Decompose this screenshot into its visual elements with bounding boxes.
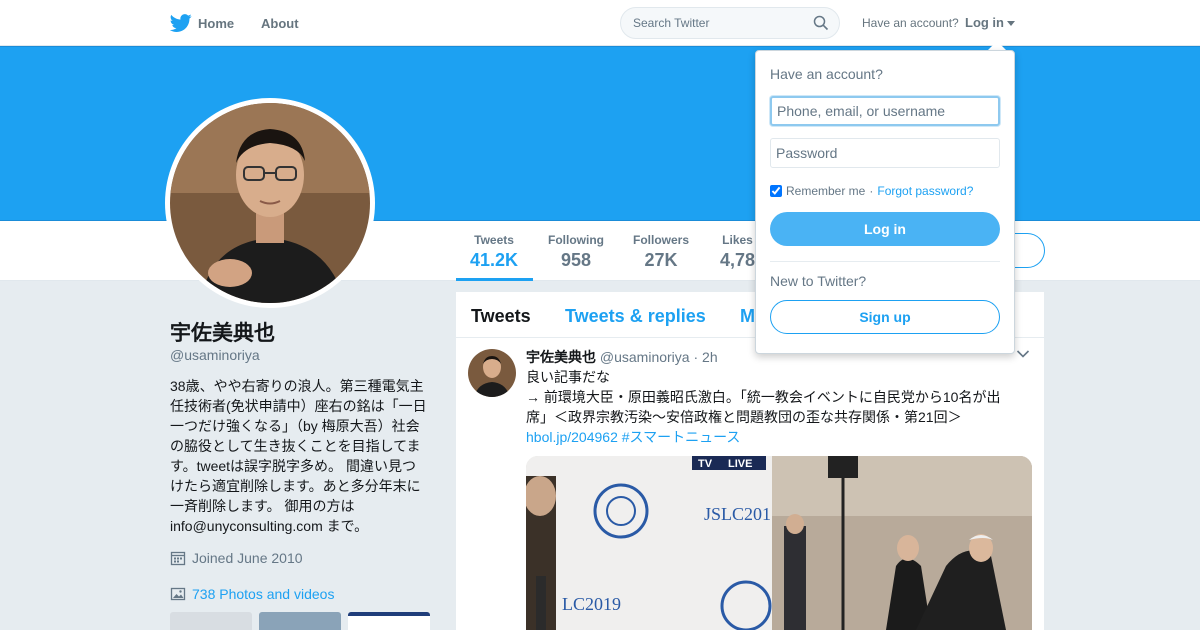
- profile-handle[interactable]: @usaminoriya: [170, 347, 260, 363]
- forgot-password-link[interactable]: Forgot password?: [877, 184, 973, 198]
- avatar-photo: [170, 103, 370, 303]
- stat-value: 27K: [644, 250, 678, 270]
- chevron-down-icon: [1007, 21, 1015, 27]
- login-dropdown-toggle[interactable]: Log in: [965, 15, 1015, 30]
- tweet-timestamp[interactable]: 2h: [702, 349, 718, 365]
- media-thumbnail[interactable]: [170, 612, 252, 630]
- calendar-icon: [170, 551, 186, 566]
- tab-tweets[interactable]: Tweets: [471, 306, 531, 327]
- stat-value: 958: [560, 250, 592, 270]
- bio-line: 一斉削除します。 御用の方は: [170, 498, 355, 514]
- stat-value: 41.2K: [470, 250, 519, 270]
- remember-me-label[interactable]: Remember me: [786, 184, 865, 198]
- remember-separator: ·: [869, 184, 874, 198]
- search-box: [620, 7, 840, 39]
- bio-line: 一つだけ強くなる」（by 梅原大吾）社会: [170, 418, 420, 434]
- tweet-line: 良い記事だな: [526, 369, 610, 385]
- nav-about-link[interactable]: About: [261, 16, 299, 31]
- profile-name[interactable]: 宇佐美典也: [170, 317, 275, 347]
- stat-label: Following: [548, 233, 604, 247]
- photos-videos-label: 738 Photos and videos: [192, 586, 335, 602]
- tab-tweets-replies[interactable]: Tweets & replies: [565, 306, 706, 327]
- media-text-tv: TV: [698, 458, 713, 470]
- tweet-links-line: hbol.jp/204962 #スマートニュース: [526, 427, 1016, 447]
- bio-line: の脇役として生き抜くことを目指してま: [170, 438, 421, 454]
- tweet-text: 良い記事だな → 前環境大臣・原田義昭氏激白。「統一教会イベントに自民党から10…: [526, 367, 1016, 447]
- have-account-text: Have an account?: [862, 16, 959, 30]
- new-to-twitter-text: New to Twitter?: [770, 273, 867, 289]
- photos-videos-link[interactable]: 738 Photos and videos: [170, 586, 334, 602]
- tweet-item[interactable]: 宇佐美典也 @usaminoriya · 2h 良い記事だな → 前環境大臣・原…: [456, 339, 1044, 630]
- tweet-avatar[interactable]: [468, 349, 516, 397]
- login-dropdown: Have an account? Remember me · Forgot pa…: [755, 50, 1015, 354]
- chevron-down-icon[interactable]: [1016, 349, 1030, 359]
- password-field[interactable]: [770, 138, 1000, 168]
- bio-line: info@unyconsulting.com まで。: [170, 518, 369, 534]
- stat-tweets[interactable]: Tweets 41.2K: [470, 233, 518, 271]
- stat-label: Likes: [722, 233, 753, 247]
- joined-date: Joined June 2010: [170, 550, 303, 566]
- profile-bio: 38歳、やや右寄りの浪人。第三種電気主 任技術者(免状申請中）座右の銘は「一日 …: [170, 376, 435, 536]
- login-toggle-label: Log in: [965, 15, 1004, 30]
- tweet-separator: ·: [693, 349, 699, 365]
- top-navigation: Home About Have an account? Log in: [0, 0, 1200, 46]
- username-field[interactable]: [770, 96, 1000, 126]
- nav-home-link[interactable]: Home: [170, 12, 234, 34]
- login-dropdown-title: Have an account?: [770, 66, 883, 82]
- joined-text: Joined June 2010: [192, 550, 303, 566]
- tweet-author-handle[interactable]: @usaminoriya: [600, 349, 690, 365]
- tab-media[interactable]: M: [740, 306, 755, 327]
- stat-label: Tweets: [474, 233, 514, 247]
- stat-label: Followers: [633, 233, 690, 247]
- search-input[interactable]: [633, 8, 803, 38]
- nav-home-label: Home: [198, 15, 235, 31]
- stat-followers[interactable]: Followers 27K: [633, 233, 689, 271]
- tweet-author-name[interactable]: 宇佐美典也: [526, 349, 596, 365]
- bio-line: 任技術者(免状申請中）座右の銘は「一日: [170, 398, 427, 414]
- dropdown-divider: [770, 261, 1000, 262]
- media-text-lc2019: LC2019: [562, 594, 621, 614]
- stat-likes[interactable]: Likes 4,78: [720, 233, 755, 271]
- tweet-hashtag-link[interactable]: #スマートニュース: [622, 429, 741, 445]
- active-tab-indicator: [456, 278, 533, 281]
- bio-line: す。tweetは誤字脱字多め。 間違い見つ: [170, 458, 416, 474]
- image-icon: [170, 587, 186, 601]
- tweet-url-link[interactable]: hbol.jp/204962: [526, 429, 618, 445]
- media-thumbnail[interactable]: [259, 612, 341, 630]
- login-button[interactable]: Log in: [770, 212, 1000, 246]
- search-icon[interactable]: [813, 15, 829, 31]
- tweet-media-image[interactable]: JSLC201 LC2019 TV LIVE: [526, 456, 1032, 630]
- media-thumbnail[interactable]: [348, 612, 430, 630]
- bio-line: けたら適宜削除します。あと多分年末に: [170, 478, 421, 494]
- bio-line: 38歳、やや右寄りの浪人。第三種電気主: [170, 378, 424, 394]
- twitter-bird-icon: [170, 14, 192, 32]
- remember-me-checkbox[interactable]: [770, 185, 782, 197]
- tweet-header: 宇佐美典也 @usaminoriya · 2h: [526, 347, 718, 367]
- tweet-line: → 前環境大臣・原田義昭氏激白。「統一教会イベントに自民党から10名が出: [526, 389, 1001, 405]
- media-text-jslc: JSLC201: [704, 504, 771, 524]
- stat-following[interactable]: Following 958: [548, 233, 604, 271]
- signup-button[interactable]: Sign up: [770, 300, 1000, 334]
- tweet-line: 席」＜政界宗教汚染〜安倍政権と問題教団の歪な共存関係・第21回＞: [526, 409, 962, 425]
- profile-avatar[interactable]: [165, 98, 375, 308]
- remember-me-row: Remember me · Forgot password?: [770, 184, 973, 198]
- media-text-live: LIVE: [728, 458, 752, 470]
- stat-value: 4,78: [720, 250, 756, 270]
